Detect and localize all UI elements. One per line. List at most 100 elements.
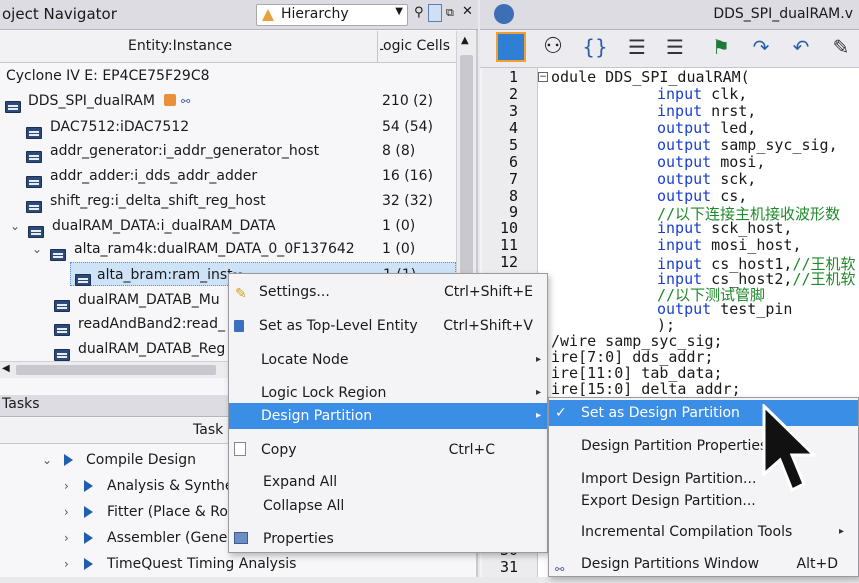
settings-icon: ✎ xyxy=(235,286,247,302)
tree-row[interactable]: addr_adder:i_dds_addr_adder 16 (16) xyxy=(0,164,456,188)
search-icon[interactable]: ⚲ xyxy=(414,5,424,20)
col-entity-instance[interactable]: Entity:Instance xyxy=(128,38,232,54)
editor-tab-bar: DDS_SPI_dualRAM.v xyxy=(480,0,859,30)
submenu-item-incremental-tools[interactable]: Incremental Compilation Tools ▸ xyxy=(549,519,858,545)
menu-item-label: Export Design Partition... xyxy=(581,493,756,509)
chevron-right-icon[interactable]: › xyxy=(64,526,69,550)
task-label: Assembler (Genera xyxy=(107,530,242,546)
menu-item-properties[interactable]: Properties xyxy=(229,526,547,552)
menu-item-expand-all[interactable]: Expand All xyxy=(229,469,547,495)
find-binoculars-icon[interactable]: ⚇ xyxy=(538,32,568,62)
code-line: ire[15:0] delta_addr; xyxy=(551,380,741,398)
view-select-value: Hierarchy xyxy=(281,6,349,22)
device-label: Cyclone IV E: EP4CE75F29C8 xyxy=(6,68,210,84)
close-icon[interactable]: ✕ xyxy=(462,4,473,19)
float-icon[interactable]: ⧉ xyxy=(446,6,454,20)
tree-row-cells: 54 (54) xyxy=(382,119,434,135)
submenu-item-partitions-window[interactable]: ⚯ Design Partitions Window Alt+D xyxy=(549,551,858,577)
menu-item-design-partition[interactable]: Design Partition ▸ xyxy=(229,403,547,429)
bookmark-icon[interactable]: ⚑ xyxy=(706,32,736,62)
chip-icon xyxy=(54,300,70,312)
menu-item-label: Incremental Compilation Tools xyxy=(581,524,793,540)
navigator-title: oject Navigator xyxy=(2,5,117,23)
indent-icon[interactable]: ☰ xyxy=(622,32,652,62)
col-logic-cells[interactable]: Logic Cells xyxy=(380,38,450,54)
next-bookmark-icon[interactable]: ↷ xyxy=(746,32,776,62)
top-level-icon xyxy=(234,320,244,332)
tree-row-label: shift_reg:i_delta_shift_reg_host xyxy=(50,193,266,209)
play-icon[interactable] xyxy=(84,558,93,570)
scroll-up-arrow[interactable]: ▲ xyxy=(461,35,469,46)
tree-row[interactable]: ⌄ alta_ram4k:dualRAM_DATA_0_0F137642 1 (… xyxy=(0,237,456,261)
insert-template-icon[interactable]: {} xyxy=(580,32,610,62)
code-line: output led, xyxy=(657,119,756,137)
line-number: 10 xyxy=(499,219,518,237)
task-label: Compile Design xyxy=(86,452,197,468)
compile-layout-button[interactable] xyxy=(496,32,526,62)
tree-row[interactable]: DDS_SPI_dualRAM ⚯ 210 (2) xyxy=(0,89,456,113)
play-icon[interactable] xyxy=(84,532,93,544)
editor-tab-title[interactable]: DDS_SPI_dualRAM.v xyxy=(713,6,853,22)
chip-icon xyxy=(54,349,70,361)
tree-row-label: alta_ram4k:dualRAM_DATA_0_0F137642 xyxy=(74,241,355,257)
menu-item-label: Design Partition xyxy=(261,408,373,424)
tree-row[interactable]: ⌄ dualRAM_DATA:i_dualRAM_DATA 1 (0) xyxy=(0,214,456,238)
tree-row[interactable]: DAC7512:iDAC7512 54 (54) xyxy=(0,115,456,139)
menu-item-collapse-all[interactable]: Collapse All xyxy=(229,493,547,519)
prev-bookmark-icon[interactable]: ↶ xyxy=(786,32,816,62)
line-number: 4 xyxy=(508,119,518,137)
menu-item-copy[interactable]: Copy Ctrl+C xyxy=(229,437,547,463)
col-task[interactable]: Task xyxy=(193,422,223,438)
menu-item-settings[interactable]: ✎ Settings... Ctrl+Shift+E xyxy=(229,279,547,305)
chevron-right-icon[interactable]: › xyxy=(64,552,69,576)
line-number: 31 xyxy=(499,558,518,576)
play-icon[interactable] xyxy=(84,480,93,492)
hscroll-thumb[interactable] xyxy=(16,365,216,375)
menu-item-shortcut: Ctrl+C xyxy=(448,442,495,458)
tree-row[interactable]: addr_generator:i_addr_generator_host 8 (… xyxy=(0,139,456,163)
submenu-arrow-icon: ▸ xyxy=(535,410,541,421)
attach-icon[interactable]: ✎ xyxy=(826,32,856,62)
code-text: nrst, xyxy=(702,102,757,120)
expand-chevron-icon[interactable]: ⌄ xyxy=(42,448,52,472)
properties-icon xyxy=(234,532,248,544)
tree-row-label: dualRAM_DATAB_Mu xyxy=(78,292,220,308)
menu-item-label: Set as Design Partition xyxy=(581,405,740,421)
expand-chevron-icon[interactable]: ⌄ xyxy=(10,214,20,238)
tree-row-label: addr_adder:i_dds_addr_adder xyxy=(50,168,258,184)
menu-item-locate-node[interactable]: Locate Node ▸ xyxy=(229,347,547,373)
partitions-window-icon: ⚯ xyxy=(555,563,565,576)
line-number: 12 xyxy=(499,253,518,271)
task-label: Analysis & Synthe xyxy=(107,478,234,494)
pin-icon[interactable] xyxy=(428,4,442,22)
code-keyword: input xyxy=(657,236,703,254)
play-icon[interactable] xyxy=(64,454,73,466)
expand-chevron-icon[interactable]: ⌄ xyxy=(32,237,42,261)
code-text: ire[15:0] delta_addr; xyxy=(551,380,741,398)
menu-item-label: Locate Node xyxy=(261,352,349,368)
chevron-right-icon[interactable]: › xyxy=(64,474,69,498)
menu-item-shortcut: Ctrl+Shift+E xyxy=(443,284,533,300)
unindent-icon[interactable]: ☰ xyxy=(660,32,690,62)
play-icon[interactable] xyxy=(84,506,93,518)
code-text: test_pin xyxy=(711,300,793,318)
scroll-left-arrow[interactable]: ◀ xyxy=(2,363,10,374)
navigator-title-bar: oject Navigator Hierarchy ▼ ⚲ ⧉ ✕ xyxy=(0,0,478,30)
chip-icon xyxy=(26,151,42,163)
collapse-box-icon[interactable]: − xyxy=(538,72,548,82)
chevron-right-icon[interactable]: › xyxy=(64,500,69,524)
menu-item-set-top-level[interactable]: Set as Top-Level Entity Ctrl+Shift+V xyxy=(229,313,547,339)
tree-row[interactable]: shift_reg:i_delta_shift_reg_host 32 (32) xyxy=(0,189,456,213)
menu-item-label: Settings... xyxy=(259,284,330,300)
code-text: mosi_host, xyxy=(702,236,802,254)
chevron-down-icon: ▼ xyxy=(395,6,403,17)
view-select-dropdown[interactable]: Hierarchy ▼ xyxy=(256,4,408,26)
code-keyword: output xyxy=(657,119,712,137)
line-number: 3 xyxy=(508,102,518,120)
task-item[interactable]: › TimeQuest Timing Analysis xyxy=(0,552,478,576)
menu-item-label: Design Partition Properties... xyxy=(581,438,781,454)
tree-row-label: DDS_SPI_dualRAM xyxy=(28,93,155,109)
hierarchy-icon xyxy=(262,9,274,21)
tree-row-label: dualRAM_DATA:i_dualRAM_DATA xyxy=(52,218,276,234)
context-menu: ✎ Settings... Ctrl+Shift+E Set as Top-Le… xyxy=(228,273,548,553)
